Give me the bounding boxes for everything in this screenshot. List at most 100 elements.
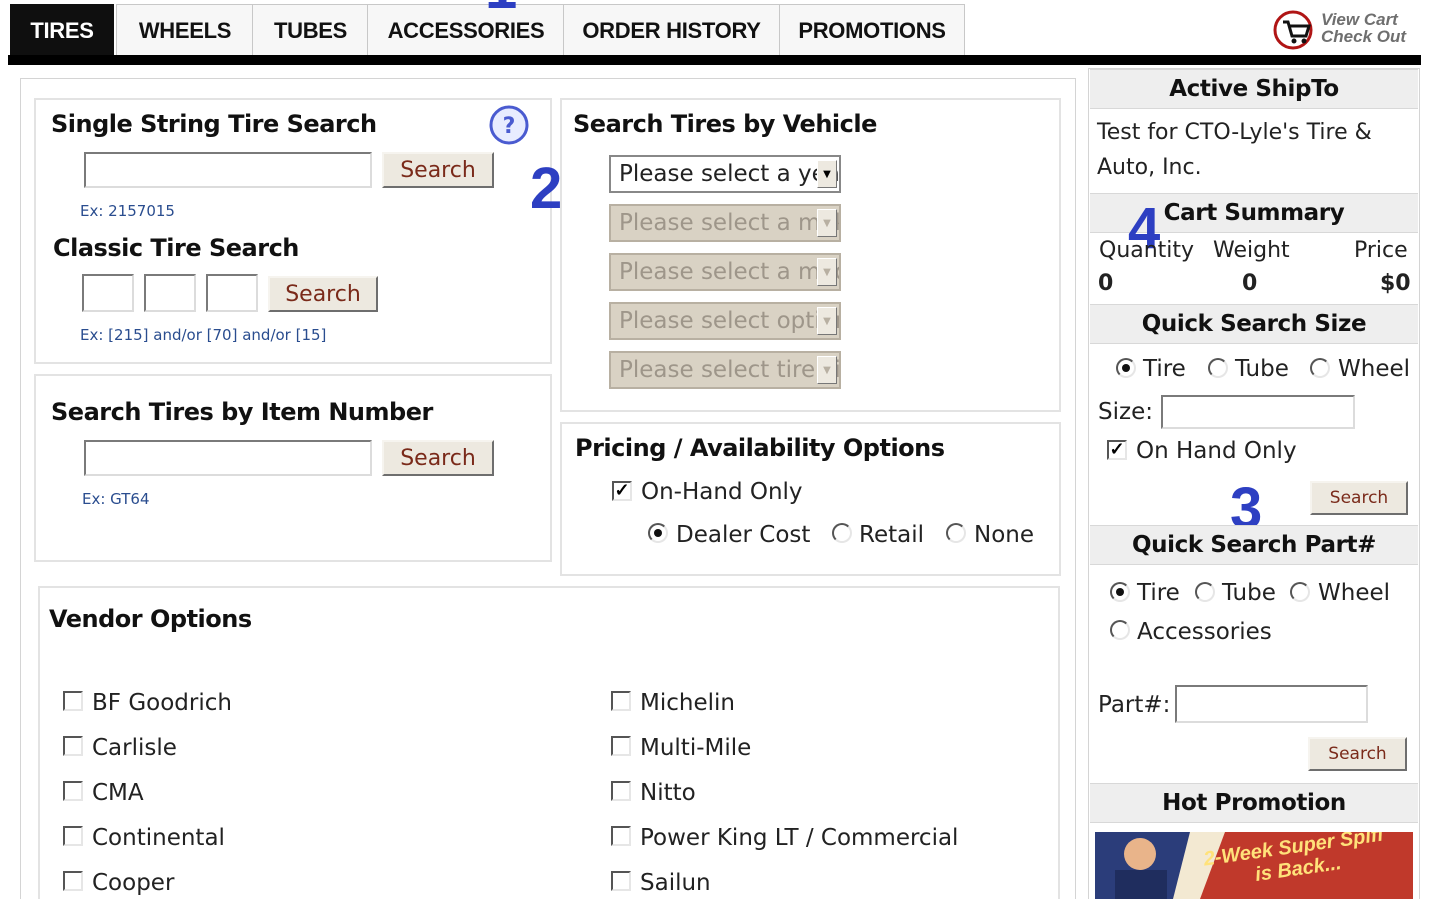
- vehicle-model-select[interactable]: Please select a model▼: [609, 253, 841, 291]
- help-question-icon[interactable]: ?: [488, 104, 530, 146]
- pricing-title: Pricing / Availability Options: [575, 434, 945, 462]
- cart-weight-value: 0: [1242, 271, 1258, 296]
- hot-promotion-header: Hot Promotion: [1090, 783, 1418, 823]
- retail-label: Retail: [859, 522, 924, 548]
- single-string-search-button[interactable]: Search: [382, 152, 494, 188]
- top-navigation: TIRES WHEELS TUBES ACCESSORIES ORDER HIS…: [8, 0, 1421, 66]
- none-radio[interactable]: [946, 523, 966, 543]
- qsp-accessories-radio[interactable]: [1110, 620, 1130, 640]
- vendor-checkbox-cooper[interactable]: [63, 871, 83, 891]
- on-hand-only-label: On-Hand Only: [641, 479, 803, 505]
- retail-radio[interactable]: [832, 523, 852, 543]
- tab-wheels[interactable]: WHEELS: [116, 4, 254, 56]
- qss-tire-radio[interactable]: [1116, 358, 1136, 378]
- cart-weight-header: Weight: [1213, 238, 1290, 263]
- vendor-checkbox-cma[interactable]: [63, 781, 83, 801]
- vendor-checkbox-michelin[interactable]: [611, 691, 631, 711]
- cart-quantity-header: Quantity: [1099, 238, 1195, 263]
- dealer-cost-radio[interactable]: [648, 523, 668, 543]
- qsp-wheel-label: Wheel: [1318, 580, 1391, 606]
- vendor-label: Michelin: [640, 690, 735, 716]
- shipto-name-line1: Test for CTO-Lyle's Tire &: [1097, 120, 1372, 145]
- chevron-down-icon: ▼: [817, 307, 837, 335]
- vendor-label: Continental: [92, 825, 225, 851]
- vendor-label: Multi-Mile: [640, 735, 752, 761]
- qss-tube-label: Tube: [1235, 356, 1289, 382]
- classic-example: Ex: [215] and/or [70] and/or [15]: [80, 326, 327, 344]
- tab-tires[interactable]: TIRES: [10, 4, 114, 56]
- chevron-down-icon: ▼: [817, 160, 837, 188]
- classic-width-input[interactable]: [82, 274, 134, 312]
- svg-text:?: ?: [503, 114, 516, 139]
- qss-tube-radio[interactable]: [1208, 358, 1228, 378]
- qsp-accessories-label: Accessories: [1137, 619, 1272, 645]
- qss-tire-label: Tire: [1143, 356, 1186, 382]
- check-out-label[interactable]: Check Out: [1321, 28, 1406, 45]
- part-number-input[interactable]: [1175, 685, 1368, 723]
- qsp-tube-radio[interactable]: [1195, 582, 1215, 602]
- classic-ratio-input[interactable]: [144, 274, 196, 312]
- vendor-checkbox-carlisle[interactable]: [63, 736, 83, 756]
- vehicle-tire-size-select[interactable]: Please select tire size▼: [609, 351, 841, 389]
- hot-promotion-banner[interactable]: 2-Week Super Spiff is Back...: [1095, 832, 1413, 899]
- vehicle-option-select[interactable]: Please select option ▼: [609, 302, 841, 340]
- cart-price-value: $0: [1380, 271, 1411, 296]
- quick-size-input[interactable]: [1161, 395, 1355, 429]
- dealer-cost-label: Dealer Cost: [676, 522, 811, 548]
- chevron-down-icon: ▼: [817, 258, 837, 286]
- qss-wheel-label: Wheel: [1338, 356, 1411, 382]
- chevron-down-icon: ▼: [817, 209, 837, 237]
- callout-1: 1: [485, 0, 517, 18]
- view-cart-label[interactable]: View Cart: [1321, 11, 1398, 28]
- single-string-example: Ex: 2157015: [80, 202, 175, 220]
- size-label: Size:: [1098, 399, 1153, 425]
- shipto-name-line2: Auto, Inc.: [1097, 155, 1202, 180]
- vendor-options-title: Vendor Options: [49, 605, 252, 633]
- single-string-input[interactable]: [84, 152, 372, 188]
- classic-rim-input[interactable]: [206, 274, 258, 312]
- classic-search-button[interactable]: Search: [268, 276, 378, 312]
- qsp-tire-radio[interactable]: [1110, 582, 1130, 602]
- tab-accessories[interactable]: ACCESSORIES: [367, 4, 565, 56]
- vendor-label: BF Goodrich: [92, 690, 232, 716]
- cart-price-header: Price: [1354, 238, 1408, 263]
- view-cart-link[interactable]: View Cart Check Out: [1273, 8, 1423, 52]
- classic-search-title: Classic Tire Search: [53, 234, 299, 262]
- vendor-checkbox-continental[interactable]: [63, 826, 83, 846]
- tab-promotions[interactable]: PROMOTIONS: [779, 4, 965, 56]
- active-shipto-header: Active ShipTo: [1090, 69, 1418, 109]
- on-hand-only-checkbox[interactable]: ✓: [612, 481, 632, 501]
- vendor-label: Carlisle: [92, 735, 177, 761]
- cart-quantity-value: 0: [1098, 271, 1114, 296]
- vendor-label: Sailun: [640, 870, 711, 896]
- vendor-label: Power King LT / Commercial: [640, 825, 959, 851]
- tab-order-history[interactable]: ORDER HISTORY: [563, 4, 780, 56]
- vendor-checkbox-sailun[interactable]: [611, 871, 631, 891]
- callout-2: 2: [530, 156, 563, 221]
- qss-wheel-radio[interactable]: [1310, 358, 1330, 378]
- item-number-input[interactable]: [84, 440, 372, 476]
- qsp-tube-label: Tube: [1222, 580, 1276, 606]
- vendor-label: CMA: [92, 780, 144, 806]
- vendor-checkbox-bf-goodrich[interactable]: [63, 691, 83, 711]
- sidebar-on-hand-label: On Hand Only: [1136, 438, 1297, 464]
- item-number-example: Ex: GT64: [82, 490, 150, 508]
- sidebar-on-hand-checkbox[interactable]: ✓: [1107, 440, 1127, 460]
- quick-search-part-header: Quick Search Part#: [1090, 525, 1418, 565]
- shopping-cart-icon: [1273, 10, 1313, 50]
- item-number-search-button[interactable]: Search: [382, 440, 494, 476]
- vendor-checkbox-power-king[interactable]: [611, 826, 631, 846]
- single-string-title: Single String Tire Search: [51, 110, 377, 138]
- vehicle-make-select[interactable]: Please select a make ▼: [609, 204, 841, 242]
- tab-tubes[interactable]: TUBES: [252, 4, 369, 56]
- none-label: None: [974, 522, 1035, 548]
- part-search-button[interactable]: Search: [1308, 737, 1407, 771]
- vehicle-year-select[interactable]: Please select a year ▼: [609, 155, 841, 193]
- vendor-label: Cooper: [92, 870, 175, 896]
- qsp-tire-label: Tire: [1137, 580, 1180, 606]
- nav-divider-bar: [8, 55, 1421, 65]
- vendor-checkbox-multi-mile[interactable]: [611, 736, 631, 756]
- vendor-checkbox-nitto[interactable]: [611, 781, 631, 801]
- quick-size-search-button[interactable]: Search: [1310, 481, 1408, 515]
- qsp-wheel-radio[interactable]: [1290, 582, 1310, 602]
